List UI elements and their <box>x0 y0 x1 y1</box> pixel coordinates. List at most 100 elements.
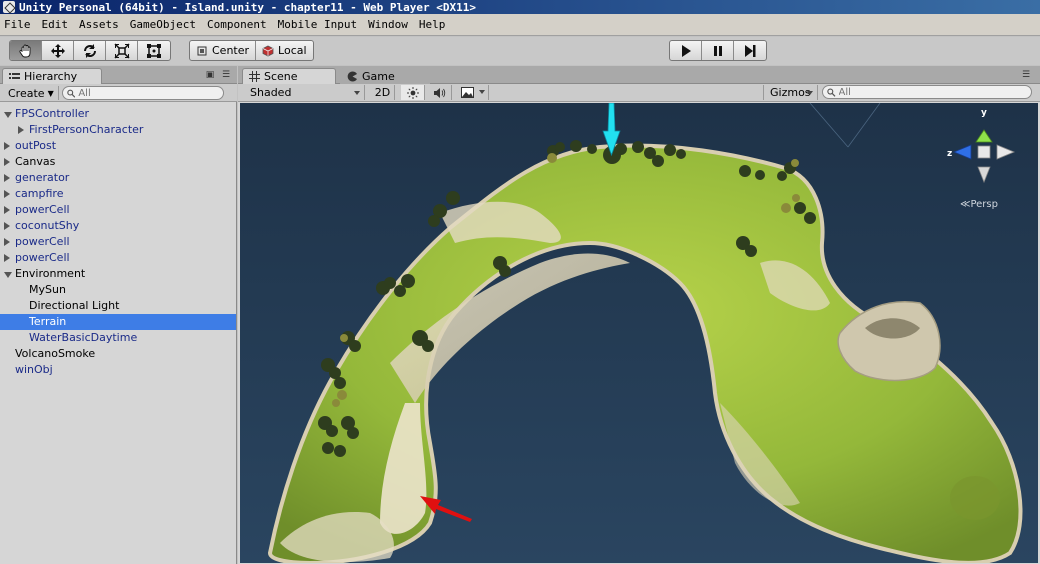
panel-menu-icon[interactable]: ☰ <box>1020 70 1032 80</box>
hand-tool-button[interactable] <box>10 41 42 60</box>
scene-audio-toggle[interactable] <box>428 85 452 100</box>
scene-effects-dropdown[interactable] <box>455 85 489 100</box>
scene-viewport[interactable]: y z ≪Persp <box>240 103 1038 563</box>
step-button[interactable] <box>734 41 766 60</box>
scale-tool-button[interactable] <box>106 41 138 60</box>
menu-edit[interactable]: Edit <box>42 18 69 31</box>
tab-scene[interactable]: Scene <box>242 68 336 84</box>
scene-search[interactable] <box>822 85 1032 99</box>
scene-toolbar: Shaded 2D Gizmos <box>238 84 1040 102</box>
hierarchy-item-directional-light[interactable]: Directional Light <box>0 298 236 314</box>
hierarchy-item-winobj[interactable]: winObj <box>0 362 236 378</box>
foldout-closed-icon[interactable] <box>4 254 10 262</box>
hierarchy-item-fpscontroller[interactable]: FPSController <box>0 106 236 122</box>
list-icon <box>9 72 20 79</box>
hierarchy-search[interactable] <box>62 86 224 100</box>
play-button[interactable] <box>670 41 702 60</box>
hierarchy-item-label: VolcanoSmoke <box>15 347 96 360</box>
hierarchy-item-campfire[interactable]: campfire <box>0 186 236 202</box>
foldout-closed-icon[interactable] <box>4 142 10 150</box>
hierarchy-item-label: outPost <box>15 139 57 152</box>
main-toolbar: Center Local <box>0 37 1040 65</box>
rotate-tool-button[interactable] <box>74 41 106 60</box>
lock-icon[interactable]: ▣ <box>204 70 216 80</box>
hierarchy-item-outpost[interactable]: outPost <box>0 138 236 154</box>
island-terrain-render: y z ≪Persp <box>240 103 1038 563</box>
pivot-local-button[interactable]: Local <box>256 41 313 60</box>
hierarchy-item-label: FPSController <box>15 107 90 120</box>
hierarchy-item-powercell[interactable]: powerCell <box>0 202 236 218</box>
foldout-closed-icon[interactable] <box>4 206 10 214</box>
menu-file[interactable]: File <box>4 18 31 31</box>
foldout-closed-icon[interactable] <box>4 222 10 230</box>
foldout-open-icon[interactable] <box>4 112 12 118</box>
pivot-center-button[interactable]: Center <box>190 41 257 60</box>
hierarchy-item-environment[interactable]: Environment <box>0 266 236 282</box>
hierarchy-item-powercell[interactable]: powerCell <box>0 234 236 250</box>
menu-assets[interactable]: Assets <box>79 18 119 31</box>
hierarchy-list: FPSController FirstPersonCharacter outPo… <box>0 106 236 378</box>
pause-icon <box>713 45 722 56</box>
hierarchy-item-label: FirstPersonCharacter <box>29 123 144 136</box>
hierarchy-item-label: campfire <box>15 187 64 200</box>
hierarchy-item-label: powerCell <box>15 203 70 216</box>
scene-lighting-toggle[interactable] <box>401 85 425 100</box>
hierarchy-item-canvas[interactable]: Canvas <box>0 154 236 170</box>
pacman-icon <box>347 71 357 82</box>
tab-game[interactable]: Game <box>340 68 430 84</box>
hierarchy-item-label: MySun <box>29 283 66 296</box>
speaker-icon <box>434 87 446 98</box>
dropdown-caret-icon: ▼ <box>47 88 54 98</box>
move-tool-button[interactable] <box>42 41 74 60</box>
panel-menu-icon[interactable]: ☰ <box>220 70 232 80</box>
gizmo-center-cube-icon[interactable] <box>977 145 991 159</box>
tab-hierarchy[interactable]: Hierarchy <box>2 68 102 84</box>
image-icon <box>461 87 474 98</box>
menu-mobile-input[interactable]: Mobile Input <box>278 18 357 31</box>
sun-icon <box>406 86 419 99</box>
hierarchy-item-volcanosmoke[interactable]: VolcanoSmoke <box>0 346 236 362</box>
shading-mode-dropdown[interactable]: Shaded <box>244 85 365 100</box>
hierarchy-panel: Hierarchy ▣ ☰ Create ▼ FPSController Fir… <box>0 66 237 564</box>
grid-icon <box>249 71 260 82</box>
foldout-closed-icon[interactable] <box>4 238 10 246</box>
play-icon <box>681 44 691 57</box>
projection-mode-label[interactable]: ≪Persp <box>960 199 998 210</box>
hierarchy-item-powercell[interactable]: powerCell <box>0 250 236 266</box>
hierarchy-tabstrip: Hierarchy ▣ ☰ <box>0 66 237 84</box>
hierarchy-item-generator[interactable]: generator <box>0 170 236 186</box>
search-icon <box>67 89 76 98</box>
foldout-closed-icon[interactable] <box>4 190 10 198</box>
gizmos-dropdown[interactable]: Gizmos <box>763 85 818 100</box>
rect-transform-icon <box>147 43 161 58</box>
menu-window[interactable]: Window <box>368 18 408 31</box>
hierarchy-item-label: powerCell <box>15 235 70 248</box>
transform-tools <box>9 40 171 61</box>
hand-icon <box>18 44 30 57</box>
menu-help[interactable]: Help <box>419 18 446 31</box>
menu-gameobject[interactable]: GameObject <box>130 18 196 31</box>
foldout-closed-icon[interactable] <box>4 174 10 182</box>
create-dropdown[interactable]: Create ▼ <box>4 86 59 100</box>
hierarchy-item-terrain[interactable]: Terrain <box>0 314 236 330</box>
menu-component[interactable]: Component <box>207 18 267 31</box>
shading-mode-label: Shaded <box>250 86 292 99</box>
foldout-closed-icon[interactable] <box>18 126 24 134</box>
hierarchy-search-input[interactable] <box>78 87 223 99</box>
hierarchy-item-label: Directional Light <box>29 299 120 312</box>
pause-button[interactable] <box>702 41 734 60</box>
foldout-closed-icon[interactable] <box>4 158 10 166</box>
hierarchy-item-mysun[interactable]: MySun <box>0 282 236 298</box>
rect-tool-button[interactable] <box>138 41 170 60</box>
tab-game-label: Game <box>362 70 395 83</box>
hierarchy-item-waterbasicdaytime[interactable]: WaterBasicDaytime <box>0 330 236 346</box>
mode-2d-button[interactable]: 2D <box>371 85 395 100</box>
hierarchy-item-label: Terrain <box>29 315 67 328</box>
rotate-icon <box>83 43 96 58</box>
crater-depression <box>950 476 1000 520</box>
pivot-toggles: Center Local <box>189 40 314 61</box>
hierarchy-item-firstpersoncharacter[interactable]: FirstPersonCharacter <box>0 122 236 138</box>
hierarchy-item-coconutshy[interactable]: coconutShy <box>0 218 236 234</box>
foldout-open-icon[interactable] <box>4 272 12 278</box>
scene-search-input[interactable] <box>838 86 1031 98</box>
